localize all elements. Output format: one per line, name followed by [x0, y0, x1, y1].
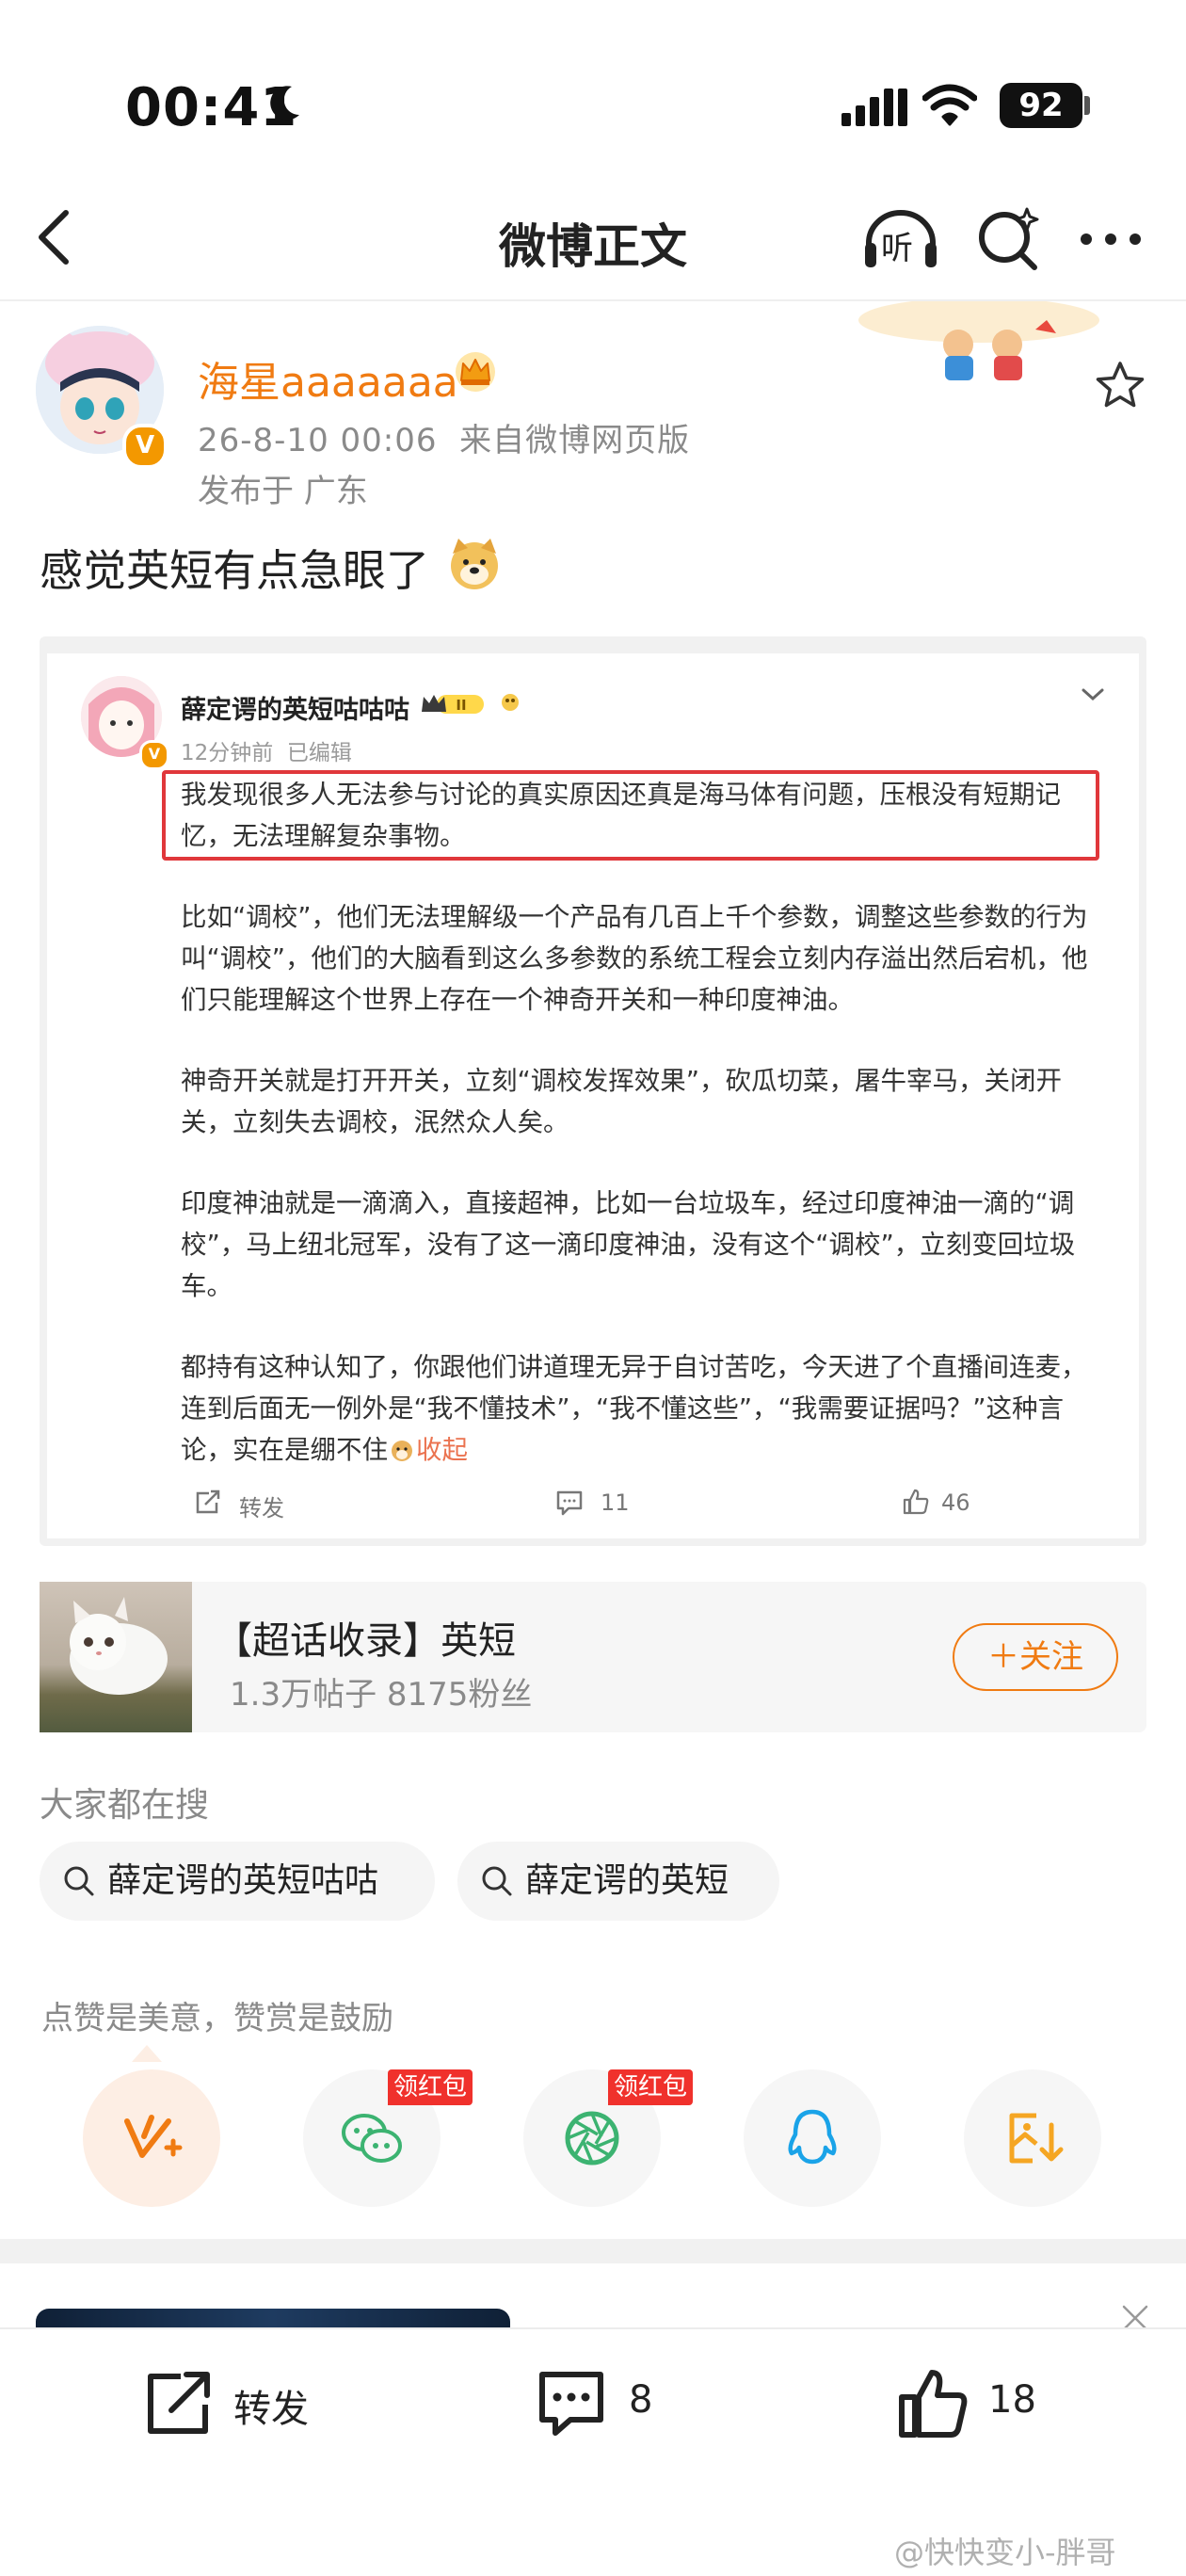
- repost-icon[interactable]: [141, 2367, 215, 2440]
- moments-aperture-icon: [565, 2111, 619, 2165]
- search-icon: [64, 1866, 94, 1896]
- doge-emoji-icon: [451, 539, 498, 589]
- embedded-highlighted-text: 我发现很多人无法参与讨论的真实原因还真是海马体有问题，压根没有短期记忆，无法理解…: [181, 780, 1061, 851]
- favorite-star-icon[interactable]: [1092, 358, 1148, 414]
- post-username[interactable]: 海星aaaaaaa: [198, 348, 458, 409]
- post-text: 感觉英短有点急眼了: [40, 545, 429, 596]
- search-sparkle-icon[interactable]: [976, 205, 1040, 271]
- search-chip-2-label: 薛定谔的英短: [525, 1861, 729, 1900]
- embedded-paragraph-1: 比如“调校”，他们无法理解级一个产品有几百上千个参数，调整这些参数的行为叫“调校…: [181, 902, 1088, 1015]
- wifi-icon: [922, 84, 977, 126]
- comment-icon[interactable]: [535, 2367, 608, 2440]
- reward-button[interactable]: [83, 2069, 220, 2207]
- save-image-button[interactable]: [964, 2069, 1101, 2207]
- listen-label: 听: [881, 230, 913, 267]
- ad-banner-partial[interactable]: [36, 2309, 510, 2327]
- topic-stats: 1.3万帖子 8175粉丝: [230, 1676, 533, 1714]
- search-icon: [482, 1866, 512, 1896]
- embedded-paragraph-2: 神奇开关就是打开开关，立刻“调校发挥效果”，砍瓜切菜，屠牛宰马，关闭开关，立刻失…: [181, 1066, 1062, 1137]
- red-envelope-tag: 领红包: [388, 2069, 473, 2105]
- save-image-icon: [1009, 2113, 1064, 2164]
- card-decoration-sticker: [858, 301, 1099, 380]
- comment-count[interactable]: 8: [629, 2378, 652, 2422]
- embedded-like-count: 46: [941, 1489, 970, 1516]
- embedded-username: 薛定谔的英短咕咕咕: [181, 696, 409, 725]
- like-hint: 点赞是美意，赞赏是鼓励: [41, 2000, 393, 2037]
- post-source: 来自微博网页版: [459, 422, 691, 459]
- battery-tip: [1084, 96, 1090, 115]
- watermark: @快快变小-胖哥: [894, 2535, 1116, 2570]
- cellular-signal-icon: [841, 87, 909, 126]
- crown-badge-icon: [456, 352, 495, 392]
- like-count[interactable]: 18: [988, 2378, 1036, 2422]
- embedded-repost-label: 转发: [239, 1495, 284, 1521]
- embedded-verified-badge-icon: V: [139, 740, 169, 770]
- search-chip-1[interactable]: 薛定谔的英短咕咕: [40, 1842, 435, 1921]
- embedded-repost-icon: [196, 1489, 220, 1514]
- chevron-down-icon: [1082, 688, 1104, 701]
- reward-v-plus-icon: [124, 2115, 183, 2158]
- collapse-link: 收起: [416, 1435, 468, 1465]
- moon-icon: [270, 86, 299, 121]
- embedded-comment-icon: [556, 1490, 583, 1516]
- dog-emoji-icon: [392, 1441, 412, 1461]
- embedded-paragraph-4: 都持有这种认知了，你跟他们讲道理无异于自讨苦吃，今天进了个直播间连麦，连到后面无…: [181, 1346, 1103, 1471]
- search-chip-1-label: 薛定谔的英短咕咕: [107, 1861, 379, 1900]
- follow-button[interactable]: ＋关注: [953, 1623, 1118, 1691]
- more-options-icon[interactable]: [1081, 233, 1141, 245]
- like-thumbs-up-icon[interactable]: [896, 2367, 970, 2440]
- qq-penguin-icon: [788, 2109, 837, 2165]
- embedded-meta: 12分钟前 已编辑: [181, 741, 352, 765]
- search-chip-2[interactable]: 薛定谔的英短: [457, 1842, 779, 1921]
- battery-level: 92: [1000, 83, 1082, 128]
- level-badge-text: II: [456, 697, 466, 714]
- red-envelope-tag: 领红包: [608, 2069, 694, 2105]
- embedded-like-icon: [903, 1489, 929, 1515]
- section-separator: [0, 2239, 1186, 2263]
- embedded-paragraph-4-text: 都持有这种认知了，你跟他们讲道理无异于自讨苦吃，今天进了个直播间连麦，连到后面无…: [181, 1352, 1087, 1465]
- embedded-paragraph-3: 印度神油就是一滴滴入，直接超神，比如一台垃圾车，经过印度神油一滴的“调校”，马上…: [181, 1188, 1076, 1301]
- bottom-divider: [0, 2327, 1186, 2329]
- wechat-icon: [342, 2114, 402, 2163]
- small-badge-icon: [502, 694, 519, 711]
- post-timestamp: 26-8-10 00:06: [198, 422, 438, 459]
- search-heading: 大家都在搜: [40, 1786, 210, 1825]
- topic-cat-image: [40, 1582, 192, 1732]
- share-qq-button[interactable]: [744, 2069, 881, 2207]
- repost-label[interactable]: 转发: [233, 2378, 309, 2433]
- level-badge-icon: II: [422, 695, 484, 714]
- embedded-comment-count: 11: [601, 1489, 630, 1516]
- verified-badge-icon: V: [122, 424, 168, 469]
- like-hint-caret: [132, 2045, 162, 2062]
- post-timestamp-source: 26-8-10 00:06 来自微博网页版: [198, 414, 690, 460]
- topic-title: 【超话收录】英短: [215, 1619, 516, 1663]
- post-location: 发布于 广东: [198, 473, 368, 510]
